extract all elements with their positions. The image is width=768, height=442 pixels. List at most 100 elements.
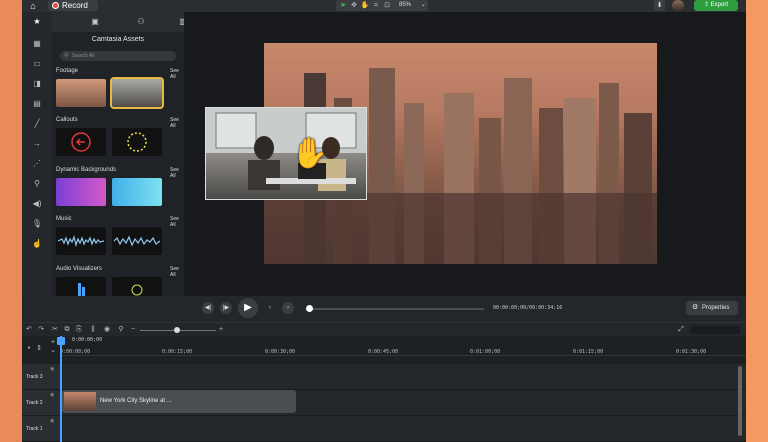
track-lane-3[interactable]: [60, 364, 746, 390]
library-icon[interactable]: ▣: [88, 16, 102, 28]
assets-panel: ▣ ⚇ ▥ Camtasia Assets ⚲ Search All Foota…: [52, 12, 200, 296]
people-icon[interactable]: ⚇: [134, 16, 148, 28]
waveform-icon: [57, 235, 105, 248]
behaviors-icon[interactable]: ▤: [30, 98, 44, 110]
see-all-footage[interactable]: See All: [170, 68, 184, 80]
timeline-clip[interactable]: New York City Skyline at ...: [62, 390, 296, 413]
zoom-value: 85%: [399, 2, 412, 8]
export-button[interactable]: ⇪ Export: [694, 0, 738, 11]
crop-tool-icon[interactable]: ⌗: [371, 0, 381, 11]
next-marker-icon[interactable]: ›: [282, 302, 294, 314]
camera-icon[interactable]: ◉: [102, 325, 112, 335]
top-bar: ⌂ Record ➤ ✥ ✋ ⌗ ⊡ 85% ⌄ ⬇ ⇪ Export: [22, 0, 746, 12]
eye-icon[interactable]: ◉: [50, 366, 54, 372]
prev-marker-icon[interactable]: ‹: [264, 302, 276, 314]
avatar[interactable]: [672, 0, 684, 11]
gesture-icon[interactable]: ☝: [30, 238, 44, 250]
home-icon[interactable]: ⌂: [22, 0, 44, 12]
pan-tool-icon[interactable]: ✥: [349, 0, 359, 11]
footage-thumbnail[interactable]: [56, 79, 106, 107]
animations-icon[interactable]: ╱: [30, 118, 44, 130]
cut-icon[interactable]: ✂: [50, 325, 60, 335]
zoom-select[interactable]: 85% ⌄: [395, 0, 428, 11]
record-dot-icon: [52, 2, 59, 9]
download-icon[interactable]: ⬇: [654, 0, 665, 11]
zoom-icon[interactable]: ⚲: [116, 325, 126, 335]
track-header-3[interactable]: ◉ Track 3: [22, 364, 60, 390]
see-all-dynamic-backgrounds[interactable]: See All: [170, 167, 184, 179]
see-all-audio-visualizers[interactable]: See All: [170, 266, 184, 278]
chevron-down-icon[interactable]: ⌄: [48, 346, 58, 356]
hand-tool-icon[interactable]: ✋: [360, 0, 370, 11]
timeline-search[interactable]: [690, 326, 740, 334]
copy-icon[interactable]: ⧉: [62, 325, 72, 335]
share-icon: ⇪: [703, 2, 711, 8]
camtasia-window: ⌂ Record ➤ ✥ ✋ ⌗ ⊡ 85% ⌄ ⬇ ⇪ Export ★ ▦ …: [22, 0, 746, 442]
scrubber-knob[interactable]: [306, 305, 313, 312]
split-icon[interactable]: ⫼: [88, 325, 98, 335]
visualizer-thumbnail[interactable]: [112, 277, 162, 296]
footage-thumbnail-selected[interactable]: [110, 77, 164, 109]
visual-effects-icon[interactable]: ◀): [30, 198, 44, 210]
timeline-toolbar: ↶ ↷ ✂ ⧉ ⎘ ⫼ ◉ ⚲ − + ⤢: [22, 322, 746, 336]
timeline-ruler[interactable]: 0:00:00;00 0:00:00;00 0:00:15;00 0:00:30…: [60, 336, 746, 356]
ruler-controls: + • ⇕ ⌄: [22, 336, 60, 356]
timeline-scrollbar[interactable]: [738, 366, 742, 436]
section-title-music: Music: [56, 216, 72, 222]
star-icon[interactable]: ★: [30, 16, 44, 28]
clip-label: New York City Skyline at ...: [100, 398, 172, 404]
step-forward-icon[interactable]: |▶: [220, 302, 232, 314]
background-thumbnail[interactable]: [112, 178, 162, 206]
cursor-effects-icon[interactable]: →: [30, 138, 44, 150]
track-header-1[interactable]: ◉ Track 1: [22, 416, 60, 442]
music-thumbnail[interactable]: [56, 227, 106, 255]
media-icon[interactable]: ▦: [30, 38, 44, 50]
eye-icon[interactable]: ◉: [50, 418, 54, 424]
audio-effects-icon[interactable]: ⚲: [30, 178, 44, 190]
callout-thumbnail[interactable]: [112, 128, 162, 156]
eye-icon[interactable]: ◉: [50, 392, 54, 398]
expand-icon[interactable]: ⤢: [676, 325, 686, 335]
arrow-circle-icon: [71, 132, 91, 152]
ruler-tick: 0:01:00;00: [470, 349, 501, 355]
zoom-out-icon[interactable]: −: [128, 325, 138, 335]
hand-cursor-icon: ✋: [291, 137, 329, 170]
scrubber-track[interactable]: [308, 308, 484, 310]
transitions-icon[interactable]: ◨: [30, 78, 44, 90]
zoom-in-icon[interactable]: +: [216, 325, 226, 335]
play-button[interactable]: ▶: [238, 298, 258, 318]
arrow-tool-icon[interactable]: ➤: [338, 0, 348, 11]
annotations-icon[interactable]: ▭: [30, 58, 44, 70]
see-all-music[interactable]: See All: [170, 216, 184, 228]
playhead-time: 0:00:00;00: [72, 337, 103, 343]
redo-icon[interactable]: ↷: [36, 325, 46, 335]
timecode: 00:00:00;00/00:00:34;16: [493, 305, 563, 311]
ruler-tick: 0:00:30;00: [265, 349, 296, 355]
video-office-meeting[interactable]: [205, 107, 367, 200]
interactivity-icon[interactable]: 🎙: [30, 218, 44, 230]
collapse-icon[interactable]: ⇕: [34, 344, 44, 354]
visualizer-thumbnail[interactable]: [56, 277, 106, 296]
rewind-icon[interactable]: ◀|: [202, 302, 214, 314]
resize-tool-icon[interactable]: ⊡: [382, 0, 392, 11]
undo-icon[interactable]: ↶: [24, 325, 34, 335]
spinner-icon: [127, 132, 147, 152]
ruler-tick: 0:00:00;00: [60, 349, 91, 355]
timeline-zoom-knob[interactable]: [174, 327, 180, 333]
record-button[interactable]: Record: [48, 0, 98, 11]
chevron-down-icon: ⌄: [420, 2, 426, 8]
track-lane-1[interactable]: [60, 416, 746, 442]
search-input[interactable]: ⚲ Search All: [60, 51, 176, 61]
playhead-handle[interactable]: [57, 337, 65, 345]
callout-thumbnail[interactable]: [56, 128, 106, 156]
playhead[interactable]: [60, 336, 62, 442]
background-thumbnail[interactable]: [56, 178, 106, 206]
voice-narration-icon[interactable]: ⋰: [30, 158, 44, 170]
music-thumbnail[interactable]: [112, 227, 162, 255]
track-label: Track 1: [26, 426, 43, 432]
properties-button[interactable]: ⚙ Properties: [686, 301, 738, 315]
paste-icon[interactable]: ⎘: [74, 325, 84, 335]
see-all-callouts[interactable]: See All: [170, 117, 184, 129]
track-header-2[interactable]: ◉ Track 2: [22, 390, 60, 416]
marker-icon[interactable]: •: [24, 344, 34, 354]
